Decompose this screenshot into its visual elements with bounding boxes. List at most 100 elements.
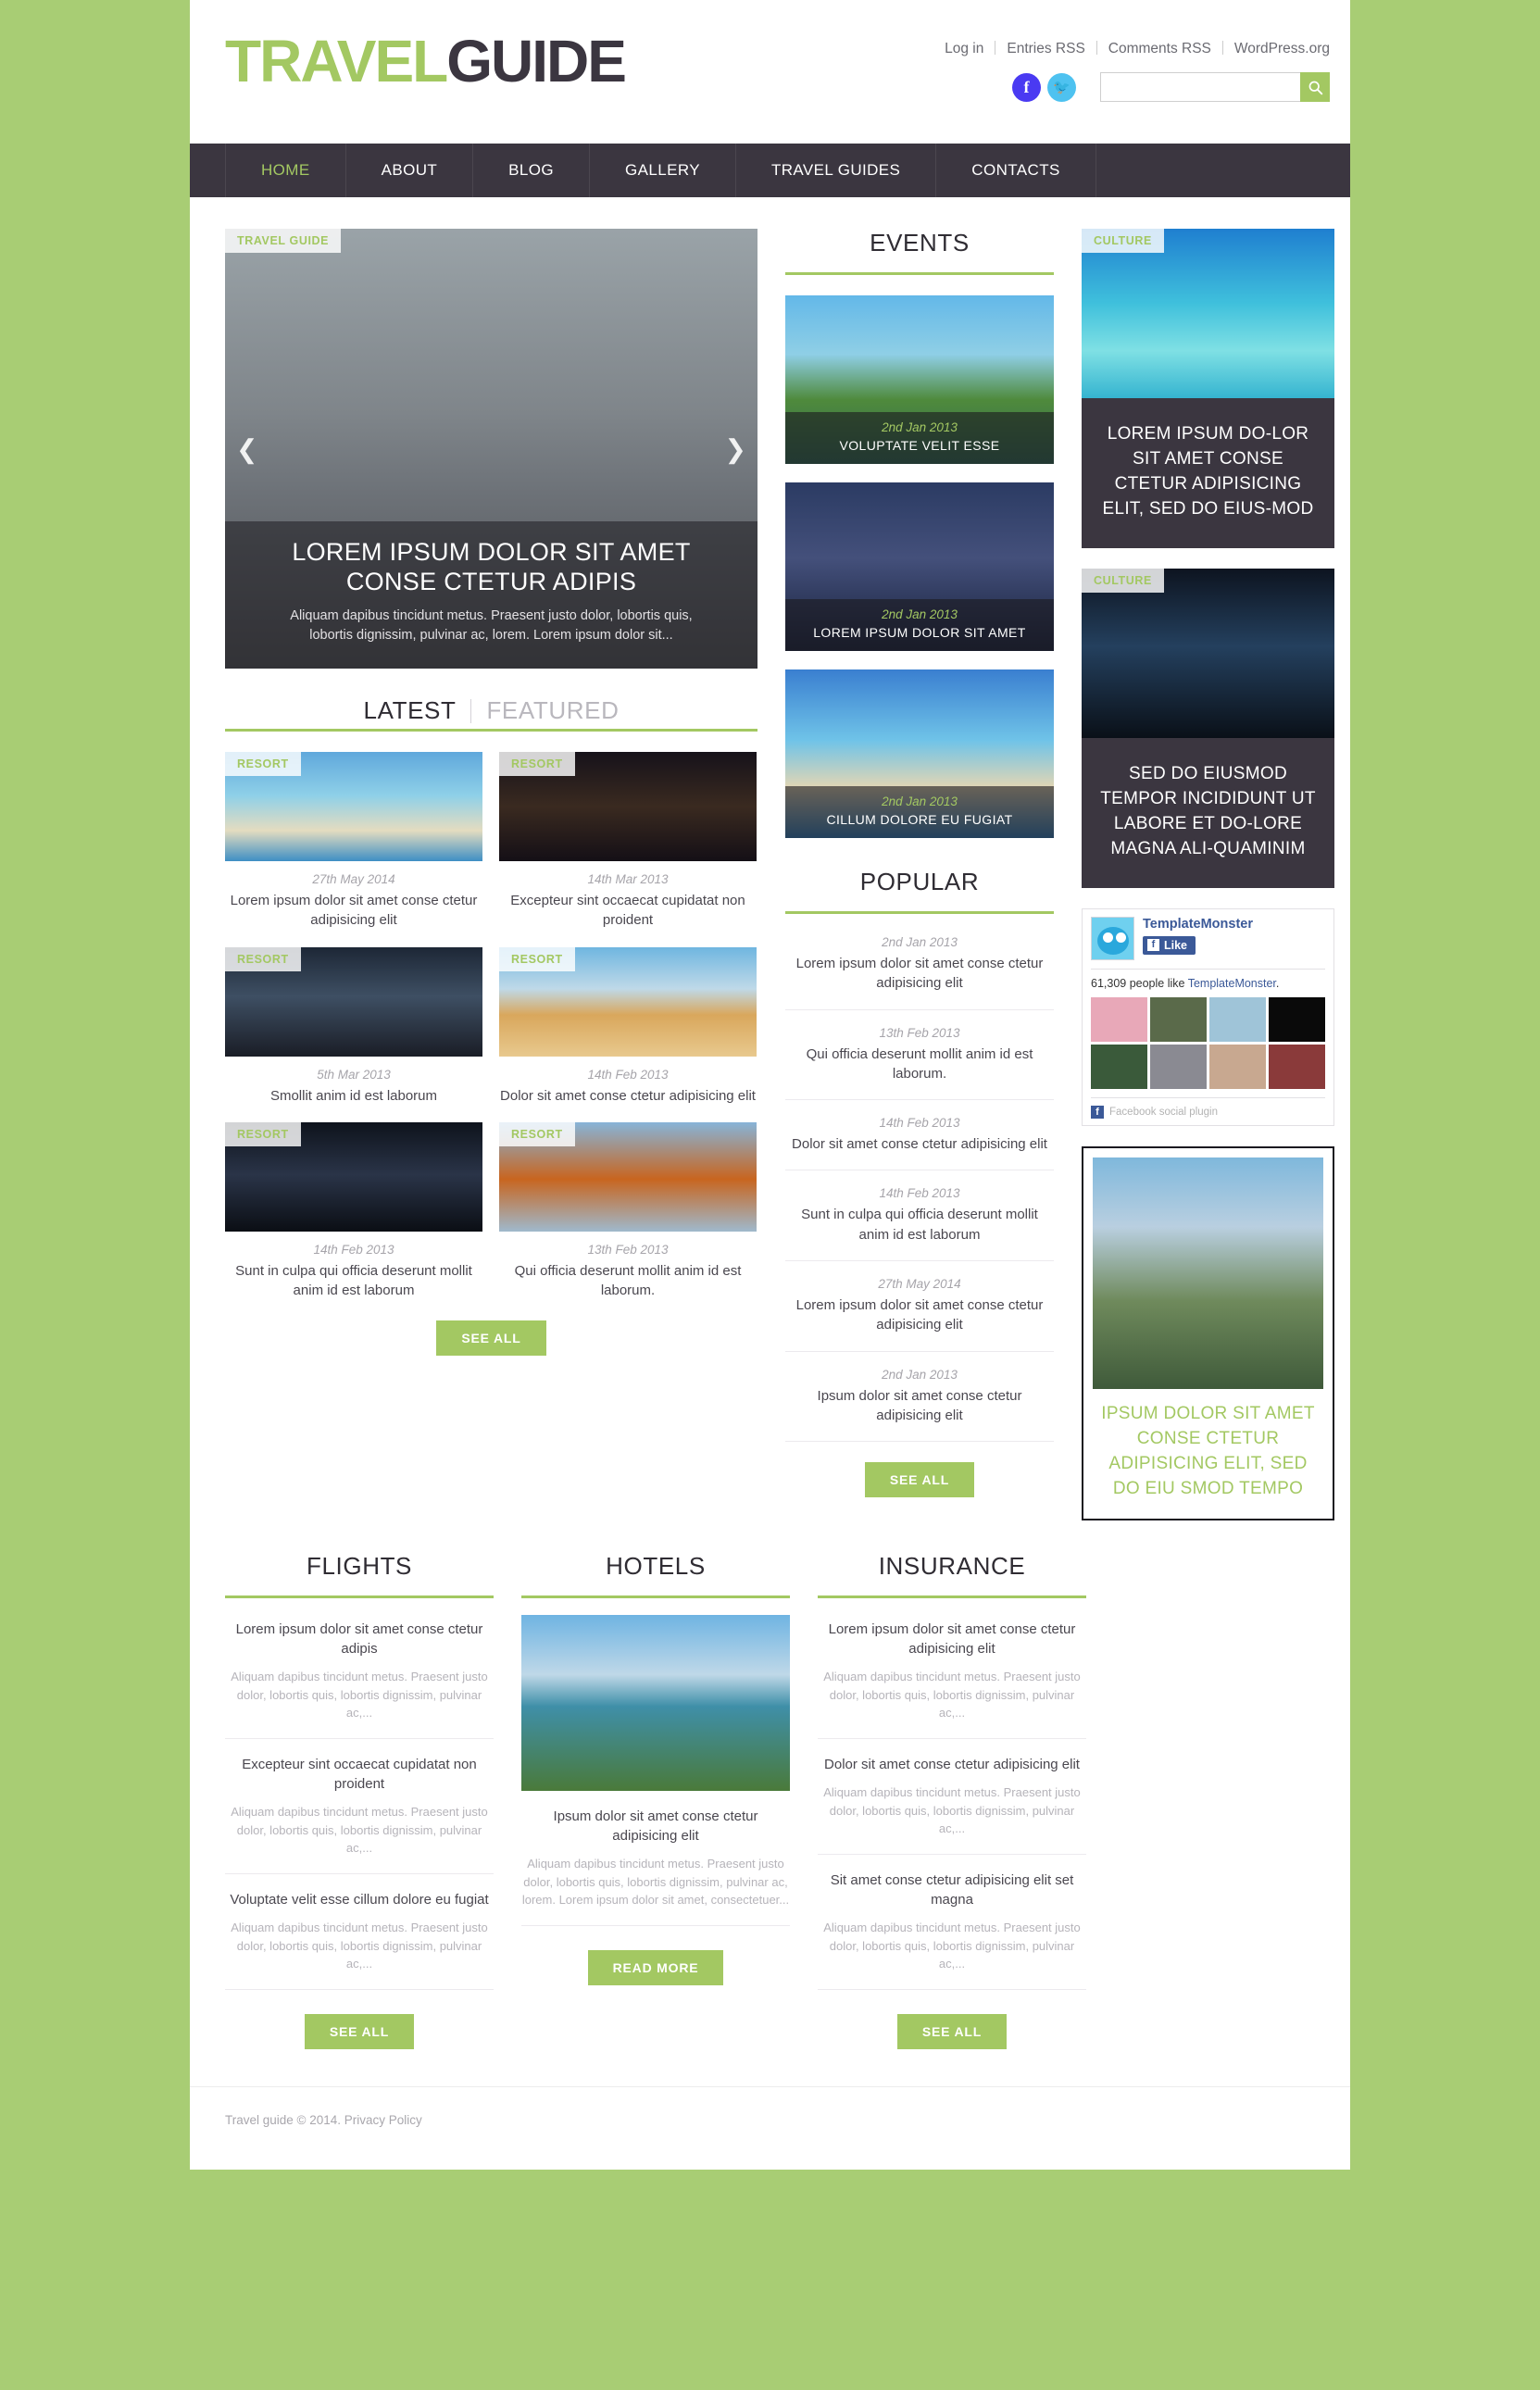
top-links: Log in Entries RSS Comments RSS WordPress.o… [945,41,1330,57]
nav-item-travel-guides[interactable]: TRAVEL GUIDES [734,144,935,197]
insurance-item[interactable]: Sit amet conse ctetur adipisicing elit s… [818,1855,1086,1990]
facebook-count-link[interactable]: TemplateMonster [1188,977,1276,990]
event-title: LOREM IPSUM DOLOR SIT AMET [813,625,1026,640]
popular-date: 27th May 2014 [878,1277,961,1292]
posts-see-all-button[interactable]: SEE ALL [436,1320,546,1357]
nav-left-pad [190,144,225,197]
post-card[interactable]: RESORT 14th Feb 2013 Dolor sit amet cons… [499,946,757,1106]
flights-item[interactable]: Voluptate velit esse cillum dolore eu fu… [225,1874,494,1990]
popular-item[interactable]: 14th Feb 2013 Sunt in culpa qui officia … [785,1170,1054,1262]
post-card[interactable]: RESORT 5th Mar 2013 Smollit anim id est … [225,946,482,1106]
facebook-icon[interactable]: f [1012,72,1041,102]
link-divider [1221,41,1223,55]
popular-date: 2nd Jan 2013 [882,935,958,949]
post-thumbnail: RESORT [499,752,757,861]
culture-card[interactable]: CULTURE LOREM IPSUM DO-LOR SIT AMET CONS… [1082,229,1334,548]
post-title: Dolor sit amet conse ctetur adipisicing … [500,1087,756,1104]
search-box [1100,72,1330,102]
facebook-face[interactable] [1269,1044,1325,1089]
post-card[interactable]: RESORT 14th Feb 2013 Sunt in culpa qui o… [225,1121,482,1301]
hotels-read-more-button[interactable]: READ MORE [587,1949,724,1985]
slider-category-badge: TRAVEL GUIDE [225,229,342,253]
flights-see-all-button[interactable]: SEE ALL [304,2013,415,2049]
insurance-item[interactable]: Dolor sit amet conse ctetur adipisicing … [818,1739,1086,1855]
post-card[interactable]: RESORT 14th Mar 2013 Excepteur sint occa… [499,752,757,931]
popular-item[interactable]: 14th Feb 2013 Dolor sit amet conse ctetu… [785,1100,1054,1171]
nav-item-gallery[interactable]: GALLERY [589,144,735,197]
nav-item-home[interactable]: HOME [225,144,345,197]
facebook-face[interactable] [1150,1044,1207,1089]
slider-caption: LOREM IPSUM DOLOR SIT AMET CONSE CTETUR … [225,520,757,669]
event-card[interactable]: 2nd Jan 2013 VOLUPTATE VELIT ESSE [785,295,1054,464]
search-input[interactable] [1100,72,1300,102]
hotels-item[interactable]: Ipsum dolor sit amet conse ctetur adipis… [521,1791,790,1926]
insurance-item[interactable]: Lorem ipsum dolor sit amet conse ctetur … [818,1604,1086,1739]
slider-prev-icon[interactable]: ❮ [236,433,257,464]
facebook-face[interactable] [1209,1044,1266,1089]
popular-title-text: Lorem ipsum dolor sit amet conse ctetur … [795,956,1044,992]
section-rule [785,911,1054,914]
facebook-like-button[interactable]: f Like [1143,935,1196,955]
header: TRAVELGUIDE Log in Entries RSS Comments RS… [190,0,1350,144]
insurance-item-text: Aliquam dapibus tincidunt metus. Praesen… [823,1921,1081,1971]
link-comments-rss[interactable]: Comments RSS [1108,41,1211,57]
popular-see-all-button[interactable]: SEE ALL [864,1462,975,1498]
culture-category-badge: CULTURE [1082,568,1164,593]
link-wordpress-org[interactable]: WordPress.org [1234,41,1330,57]
facebook-face[interactable] [1150,996,1207,1042]
twitter-icon[interactable]: 🐦 [1047,72,1076,102]
flights-item[interactable]: Lorem ipsum dolor sit amet conse ctetur … [225,1604,494,1739]
post-category-badge: RESORT [499,752,575,776]
nav-item-about[interactable]: ABOUT [344,144,473,197]
tab-latest[interactable]: LATEST [349,696,471,725]
post-thumbnail: RESORT [225,946,482,1057]
popular-item[interactable]: 13th Feb 2013 Qui officia deserunt molli… [785,1010,1054,1101]
flights-item-title: Voluptate velit esse cillum dolore eu fu… [230,1891,489,1908]
link-entries-rss[interactable]: Entries RSS [1007,41,1084,57]
nav-item-contacts[interactable]: CONTACTS [935,144,1096,197]
facebook-page-name[interactable]: TemplateMonster [1143,917,1253,932]
footer-privacy-link[interactable]: Privacy Policy [344,2113,422,2127]
popular-item[interactable]: 2nd Jan 2013 Ipsum dolor sit amet conse … [785,1352,1054,1443]
events-header: EVENTS [785,229,1054,275]
nav-item-blog[interactable]: BLOG [472,144,589,197]
post-category-badge: RESORT [225,1121,301,1146]
link-divider [1096,41,1097,55]
event-caption: 2nd Jan 2013 VOLUPTATE VELIT ESSE [785,412,1054,464]
post-date: 27th May 2014 [312,872,395,886]
logo-part-guide: GUIDE [446,28,627,94]
post-thumbnail: RESORT [225,1121,482,1232]
culture-card[interactable]: CULTURE SED DO EIUSMOD TEMPOR INCIDIDUNT… [1082,568,1334,888]
popular-list: 2nd Jan 2013 Lorem ipsum dolor sit amet … [785,920,1054,1443]
event-card[interactable]: 2nd Jan 2013 CILLUM DOLORE EU FUGIAT [785,669,1054,838]
popular-date: 14th Feb 2013 [879,1116,960,1131]
popular-item[interactable]: 2nd Jan 2013 Lorem ipsum dolor sit amet … [785,920,1054,1010]
facebook-face[interactable] [1269,996,1325,1042]
popular-item[interactable]: 27th May 2014 Lorem ipsum dolor sit amet… [785,1261,1054,1352]
facebook-face[interactable] [1091,996,1147,1042]
hotels-image-wrap[interactable] [521,1614,790,1791]
ad-banner[interactable]: IPSUM DOLOR SIT AMET CONSE CTETUR ADIPIS… [1082,1145,1334,1520]
insurance-see-all-button[interactable]: SEE ALL [896,2013,1008,2049]
link-log-in[interactable]: Log in [945,41,983,57]
section-rule [818,1595,1086,1598]
flights-item[interactable]: Excepteur sint occaecat cupidatat non pr… [225,1739,494,1874]
facebook-face[interactable] [1091,1044,1147,1089]
post-title: Excepteur sint occaecat cupidatat non pr… [510,893,745,929]
post-card[interactable]: RESORT 13th Feb 2013 Qui officia deserun… [499,1121,757,1301]
ad-image-wrap [1093,1157,1323,1389]
footer-copyright: Travel guide © 2014. Privacy Policy [225,2113,1315,2127]
insurance-item-title: Sit amet conse ctetur adipisicing elit s… [830,1871,1074,1908]
event-card[interactable]: 2nd Jan 2013 LOREM IPSUM DOLOR SIT AMET [785,482,1054,651]
facebook-f-icon: f [1091,1105,1104,1119]
site-logo[interactable]: TRAVELGUIDE [225,28,627,94]
facebook-count-prefix: 61,309 people like [1091,976,1188,990]
flights-header: FLIGHTS [225,1552,494,1598]
page-root: TRAVELGUIDE Log in Entries RSS Comments RS… [0,0,1540,2201]
post-card[interactable]: RESORT 27th May 2014 Lorem ipsum dolor s… [225,752,482,931]
facebook-face[interactable] [1209,996,1266,1042]
hero-slider[interactable]: TRAVEL GUIDE ❮ ❯ LOREM IPSUM DOLOR SIT A… [225,229,757,669]
search-button[interactable] [1300,72,1330,102]
tab-featured[interactable]: FEATURED [471,696,633,725]
slider-next-icon[interactable]: ❯ [725,433,746,464]
